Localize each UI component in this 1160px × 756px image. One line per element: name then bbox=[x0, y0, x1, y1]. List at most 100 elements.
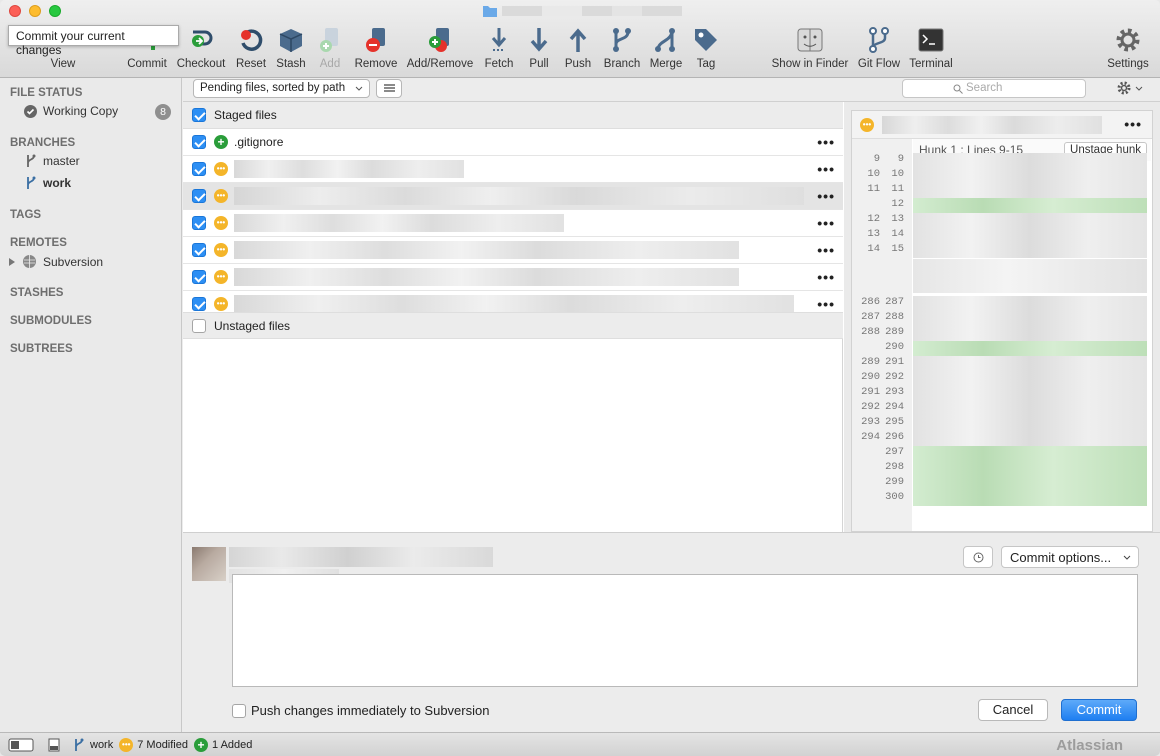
file-checkbox[interactable] bbox=[192, 216, 206, 230]
commit-submit-button[interactable]: Commit bbox=[1061, 699, 1137, 721]
file-actions-button[interactable]: ••• bbox=[817, 269, 835, 285]
add-remove-button[interactable]: Add/Remove bbox=[404, 26, 476, 74]
file-actions-button[interactable]: ••• bbox=[817, 296, 835, 312]
search-input[interactable]: Search bbox=[902, 79, 1086, 98]
diff-code-line bbox=[913, 446, 1147, 461]
diff-code-line bbox=[913, 416, 1147, 431]
show-in-finder-label: Show in Finder bbox=[771, 58, 849, 70]
filter-bar: Pending files, sorted by path Search bbox=[183, 78, 1160, 102]
sidebar-toggle-icon[interactable] bbox=[8, 737, 34, 753]
submodules-heading[interactable]: SUBMODULES bbox=[10, 315, 92, 327]
old-line-number: 9 bbox=[873, 153, 880, 165]
file-checkbox[interactable] bbox=[192, 297, 206, 311]
sidebar-item-work[interactable]: work bbox=[25, 176, 71, 190]
list-item[interactable]: ••• ••• bbox=[183, 237, 843, 264]
list-item[interactable]: ••• ••• bbox=[183, 264, 843, 291]
diff-file-header: ••• ••• bbox=[852, 111, 1152, 139]
remove-button[interactable]: Remove bbox=[352, 26, 400, 74]
diff-actions-button[interactable]: ••• bbox=[1124, 116, 1142, 132]
merge-icon bbox=[655, 28, 675, 52]
fetch-button[interactable]: Fetch bbox=[480, 26, 518, 74]
zoom-window-button[interactable] bbox=[49, 5, 61, 17]
file-checkbox[interactable] bbox=[192, 162, 206, 176]
subtrees-heading[interactable]: SUBTREES bbox=[10, 343, 73, 355]
staged-files-header[interactable]: Staged files bbox=[183, 102, 843, 129]
sidebar-item-working-copy[interactable]: Working Copy bbox=[24, 104, 118, 118]
close-window-button[interactable] bbox=[9, 5, 21, 17]
file-checkbox[interactable] bbox=[192, 135, 206, 149]
stashes-heading[interactable]: STASHES bbox=[10, 287, 63, 299]
settings-button[interactable]: Settings bbox=[1104, 26, 1152, 74]
pull-button[interactable]: Pull bbox=[522, 26, 556, 74]
commit-options-label: Commit options... bbox=[1010, 550, 1112, 565]
show-in-finder-button[interactable]: Show in Finder bbox=[768, 26, 852, 74]
file-checkbox[interactable] bbox=[192, 270, 206, 284]
new-line-number: 298 bbox=[885, 461, 904, 473]
history-button[interactable] bbox=[963, 546, 993, 568]
terminal-button[interactable]: Terminal bbox=[906, 26, 956, 74]
minimize-window-button[interactable] bbox=[29, 5, 41, 17]
tags-heading[interactable]: TAGS bbox=[10, 209, 41, 221]
sort-select[interactable]: Pending files, sorted by path bbox=[193, 79, 370, 98]
diff-code-line bbox=[913, 183, 1147, 198]
push-changes-checkbox[interactable] bbox=[232, 703, 246, 718]
view-label: View bbox=[50, 58, 76, 70]
file-name: .gitignore bbox=[234, 135, 284, 149]
unstaged-files-checkbox[interactable] bbox=[192, 318, 206, 333]
git-flow-label: Git Flow bbox=[857, 58, 901, 70]
cancel-button[interactable]: Cancel bbox=[978, 699, 1048, 721]
merge-button[interactable]: Merge bbox=[646, 26, 686, 74]
tag-button[interactable]: Tag bbox=[690, 26, 722, 74]
list-item[interactable]: ••• ••• bbox=[183, 183, 843, 210]
sidebar: FILE STATUS Working Copy 8 BRANCHES mast… bbox=[0, 78, 182, 732]
unstaged-files-header[interactable]: Unstaged files bbox=[183, 312, 843, 339]
file-actions-button[interactable]: ••• bbox=[817, 161, 835, 177]
old-line-number: 288 bbox=[861, 326, 880, 338]
fetch-label: Fetch bbox=[484, 58, 514, 70]
old-line-number: 289 bbox=[861, 356, 880, 368]
added-status-icon: + bbox=[194, 737, 208, 752]
file-checkbox[interactable] bbox=[192, 189, 206, 203]
push-changes-option[interactable]: Push changes immediately to Subversion bbox=[232, 703, 489, 718]
gear-icon bbox=[1117, 81, 1143, 95]
checkout-button[interactable]: Checkout bbox=[175, 26, 227, 74]
diff-code-line bbox=[913, 228, 1147, 243]
commit-options-select[interactable]: Commit options... bbox=[1001, 546, 1139, 568]
git-flow-button[interactable]: Git Flow bbox=[855, 26, 903, 74]
filter-options-button[interactable] bbox=[1113, 79, 1151, 98]
remotes-heading: REMOTES bbox=[10, 237, 67, 249]
reset-icon bbox=[241, 29, 263, 51]
branch-button[interactable]: Branch bbox=[600, 26, 644, 74]
diff-code-line bbox=[913, 341, 1147, 356]
modified-status-icon: ••• bbox=[214, 189, 228, 203]
status-branch: work bbox=[90, 738, 114, 751]
status-bar: work ••• 7 Modified + 1 Added Atlassian bbox=[0, 732, 1160, 756]
diff-code-line bbox=[913, 326, 1147, 341]
new-line-number: 294 bbox=[885, 401, 904, 413]
file-checkbox[interactable] bbox=[192, 243, 206, 257]
sidebar-item-master[interactable]: master bbox=[25, 154, 80, 168]
sidebar-item-subversion[interactable]: Subversion bbox=[8, 254, 103, 269]
diff-code-line bbox=[913, 213, 1147, 228]
file-actions-button[interactable]: ••• bbox=[817, 242, 835, 258]
list-item[interactable]: + .gitignore ••• bbox=[183, 129, 843, 156]
staged-files-checkbox[interactable] bbox=[192, 108, 206, 122]
list-view-button[interactable] bbox=[376, 79, 402, 98]
list-item[interactable]: ••• ••• bbox=[183, 156, 843, 183]
list-item[interactable]: ••• ••• bbox=[183, 210, 843, 237]
diff-code-line bbox=[913, 386, 1147, 401]
tag-label: Tag bbox=[696, 58, 716, 70]
old-line-number: 11 bbox=[867, 183, 880, 195]
gear-icon bbox=[1116, 28, 1140, 52]
file-actions-button[interactable]: ••• bbox=[817, 215, 835, 231]
push-button[interactable]: Push bbox=[561, 26, 595, 74]
stash-button[interactable]: Stash bbox=[272, 26, 310, 74]
disclosure-triangle-icon[interactable] bbox=[8, 257, 16, 267]
commit-message-input[interactable] bbox=[232, 574, 1138, 687]
add-button[interactable]: Add bbox=[313, 26, 347, 74]
file-actions-button[interactable]: ••• bbox=[817, 134, 835, 150]
file-actions-button[interactable]: ••• bbox=[817, 188, 835, 204]
add-remove-icon bbox=[429, 28, 449, 52]
panel-toggle-icon[interactable] bbox=[48, 738, 60, 752]
reset-button[interactable]: Reset bbox=[232, 26, 270, 74]
